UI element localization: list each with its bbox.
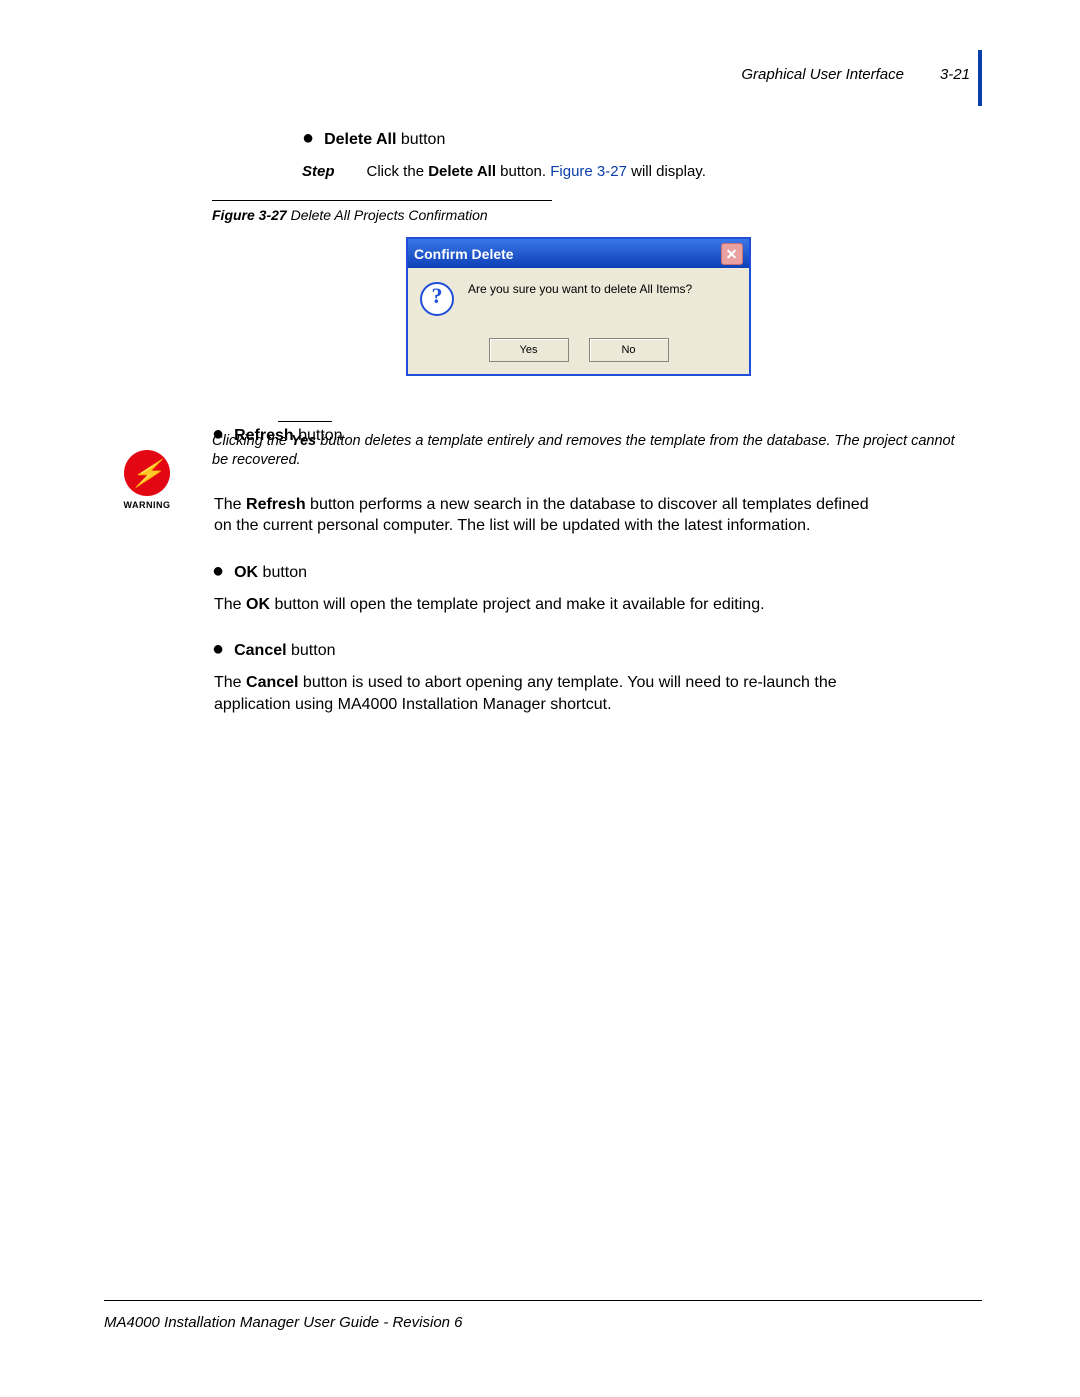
page-header: Graphical User Interface 3-21 [741, 66, 970, 83]
header-accent-bar [978, 50, 982, 106]
cancel-bold: Cancel [234, 642, 286, 659]
warning-icon: ⚡ [124, 450, 170, 496]
ok-bold: OK [234, 564, 258, 581]
bullet-cancel-text: Cancel button [234, 642, 335, 660]
refresh-para-pre: The [214, 496, 246, 513]
refresh-para-post: button performs a new search in the data… [214, 496, 869, 535]
step-text: Click the Delete All button. Figure 3-27… [367, 163, 706, 180]
refresh-para-bold: Refresh [246, 496, 306, 513]
figure-label: Figure 3-27 [212, 207, 287, 223]
delete-all-bold: Delete All [324, 131, 396, 148]
warning-column: ⚡ WARNING [104, 424, 190, 740]
warn-bold: Yes [291, 433, 316, 449]
step-bold: Delete All [428, 163, 496, 180]
warning-label: WARNING [104, 500, 190, 510]
warn-pre: Clicking the [212, 433, 291, 449]
bullet-ok: ● OK button [212, 561, 974, 582]
confirm-delete-dialog: Confirm Delete Are you sure you want to … [406, 237, 751, 376]
no-button[interactable]: No [589, 338, 669, 362]
dialog-titlebar: Confirm Delete [408, 239, 749, 268]
bullet-dot-icon: ● [212, 561, 224, 581]
footer-text: MA4000 Installation Manager User Guide -… [104, 1314, 463, 1331]
cancel-para-post: button is used to abort opening any temp… [214, 674, 837, 713]
header-section: Graphical User Interface [741, 66, 904, 83]
cancel-para-bold: Cancel [246, 674, 298, 691]
figure-reference-link[interactable]: Figure 3-27 [550, 163, 627, 180]
step-prefix: Click the [367, 163, 429, 180]
ok-description: The OK button will open the template pro… [214, 594, 884, 616]
no-label: No [621, 344, 635, 356]
refresh-description: The Refresh button performs a new search… [214, 494, 884, 537]
step-mid: button. [496, 163, 550, 180]
dialog-message: Are you sure you want to delete All Item… [468, 282, 692, 296]
ok-para-bold: OK [246, 596, 270, 613]
step-row: Step Click the Delete All button. Figure… [302, 163, 974, 180]
yes-label: Yes [520, 344, 538, 356]
close-icon[interactable] [721, 243, 743, 265]
warning-text: Clicking the Yes button deletes a templa… [212, 432, 974, 470]
yes-button[interactable]: Yes [489, 338, 569, 362]
figure-caption: Figure 3-27 Delete All Projects Confirma… [212, 200, 974, 223]
step-label: Step [302, 163, 335, 180]
bullet-delete-all-text: Delete All button [324, 131, 445, 149]
bolt-icon: ⚡ [129, 458, 165, 489]
ok-para-post: button will open the template project an… [270, 596, 765, 613]
step-suffix: will display. [627, 163, 706, 180]
warn-post: button deletes a template entirely and r… [212, 433, 955, 468]
bullet-dot-icon: ● [212, 639, 224, 659]
figure-title: Delete All Projects Confirmation [287, 207, 488, 223]
bullet-ok-text: OK button [234, 564, 307, 582]
cancel-tail: button [287, 642, 336, 659]
dialog-title-text: Confirm Delete [414, 246, 514, 262]
header-pagenum: 3-21 [940, 66, 970, 83]
bullet-delete-all: ● Delete All button [302, 128, 974, 149]
cancel-description: The Cancel button is used to abort openi… [214, 672, 884, 715]
ok-tail: button [258, 564, 307, 581]
footer-rule [104, 1300, 982, 1301]
delete-all-tail: button [396, 131, 445, 148]
question-icon [420, 282, 454, 316]
warning-connector-line [278, 421, 332, 422]
bullet-dot-icon: ● [302, 128, 314, 148]
cancel-para-pre: The [214, 674, 246, 691]
ok-para-pre: The [214, 596, 246, 613]
bullet-cancel: ● Cancel button [212, 639, 974, 660]
